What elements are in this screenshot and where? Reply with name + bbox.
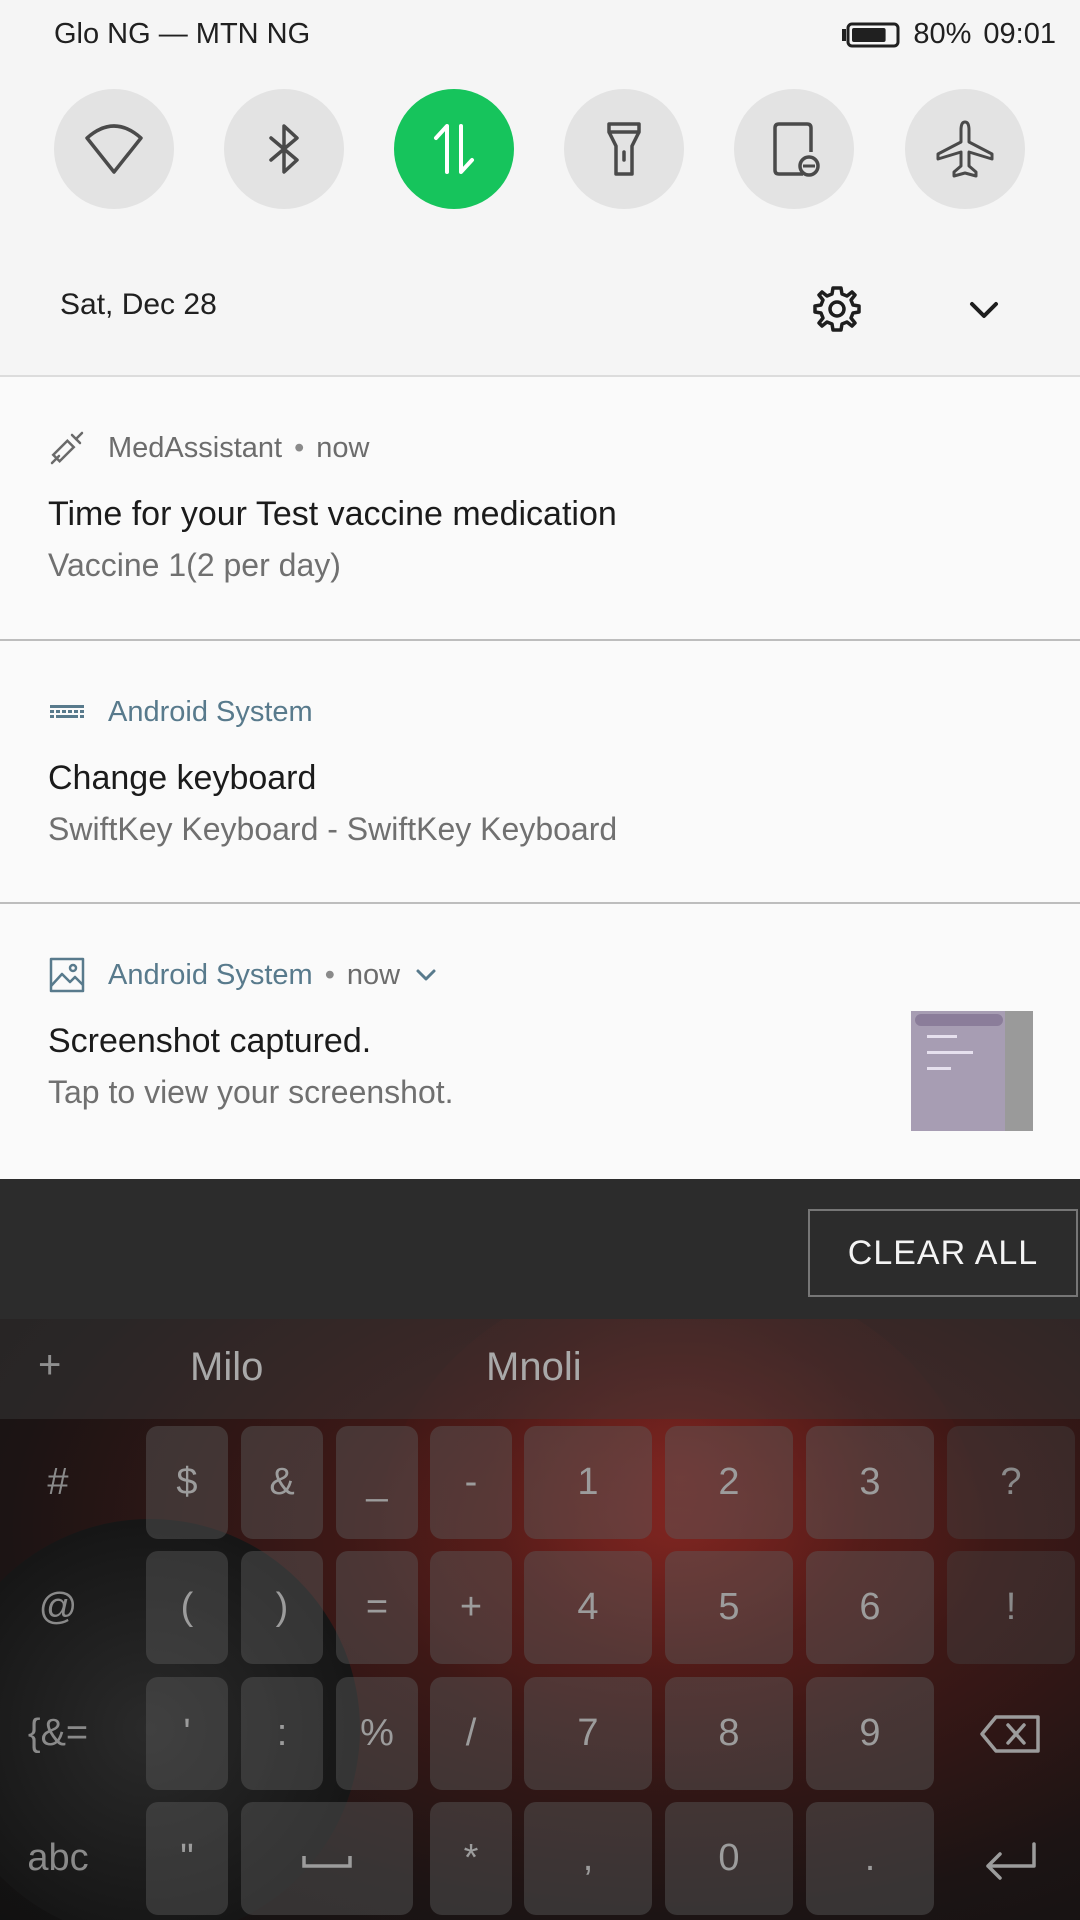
key-char[interactable]: % — [336, 1677, 418, 1790]
rotation-lock-tile[interactable] — [734, 89, 854, 209]
thumbnail-line — [927, 1035, 957, 1038]
key-char[interactable]: ( — [146, 1551, 228, 1664]
notification-title: Screenshot captured. — [48, 1022, 372, 1060]
keyboard-icon — [50, 705, 84, 718]
separator-dot: • — [324, 958, 335, 991]
key-char[interactable]: 1 — [524, 1426, 652, 1539]
battery-percent: 80% — [913, 18, 972, 50]
status-right: 80% 09:01 — [841, 18, 1056, 51]
abc-toggle-key[interactable]: abc — [6, 1802, 110, 1915]
key-char[interactable]: * — [430, 1802, 512, 1915]
key-char[interactable]: ? — [947, 1426, 1075, 1539]
notification-app-name: Android System — [108, 695, 313, 728]
key-char[interactable]: 4 — [524, 1551, 652, 1664]
screenshot-thumbnail[interactable] — [911, 1011, 1033, 1131]
notification-title: Time for your Test vaccine medication — [48, 495, 617, 533]
flashlight-icon — [607, 122, 641, 176]
syringe-icon — [50, 431, 84, 465]
key-char[interactable]: / — [430, 1677, 512, 1790]
notification-medassistant[interactable]: MedAssistant • now Time for your Test va… — [0, 377, 1080, 641]
toolbar-expand-button[interactable]: + — [38, 1343, 61, 1388]
thumbnail-side-panel — [1005, 1011, 1033, 1131]
carrier-label: Glo NG — MTN NG — [54, 18, 311, 50]
key-char[interactable]: 3 — [806, 1426, 934, 1539]
space-key[interactable] — [241, 1802, 413, 1915]
notification-header: MedAssistant • now — [48, 429, 369, 467]
key-char[interactable]: 7 — [524, 1677, 652, 1790]
rotation-lock-icon — [773, 122, 820, 177]
suggestion-2[interactable]: Mnoli — [486, 1345, 582, 1390]
airplane-mode-icon — [936, 120, 994, 178]
key-char[interactable]: ) — [241, 1551, 323, 1664]
date-label: Sat, Dec 28 — [60, 288, 217, 321]
notification-title: Change keyboard — [48, 759, 317, 797]
notification-time: now — [346, 958, 401, 991]
separator-dot: • — [294, 431, 305, 464]
key-char[interactable]: = — [336, 1551, 418, 1664]
key-char[interactable]: 6 — [806, 1551, 934, 1664]
image-icon — [49, 957, 85, 993]
quick-settings-panel: Glo NG — MTN NG 80% 09:01 Sat, Dec 28 — [0, 0, 1080, 377]
key-symbols-toggle[interactable]: @ — [6, 1551, 110, 1664]
key-char[interactable]: : — [241, 1677, 323, 1790]
key-char[interactable]: " — [146, 1802, 228, 1915]
clock: 09:01 — [983, 18, 1056, 50]
key-char[interactable]: $ — [146, 1426, 228, 1539]
key-char[interactable]: - — [430, 1426, 512, 1539]
mobile-data-tile[interactable] — [394, 89, 514, 209]
gear-icon[interactable] — [812, 284, 862, 334]
key-char[interactable]: 8 — [665, 1677, 793, 1790]
key-char[interactable]: ! — [947, 1551, 1075, 1664]
key-char[interactable]: + — [430, 1551, 512, 1664]
suggestion-1[interactable]: Milo — [190, 1345, 263, 1390]
airplane-mode-tile[interactable] — [905, 89, 1025, 209]
key-char[interactable]: & — [241, 1426, 323, 1539]
notification-text: SwiftKey Keyboard - SwiftKey Keyboard — [48, 811, 618, 847]
notification-header: Android System — [48, 693, 313, 731]
key-char[interactable]: _ — [336, 1426, 418, 1539]
thumbnail-selected-row — [915, 1014, 1003, 1026]
swiftkey-keyboard: + Milo Mnoli # $ & _ -1 2 3? @() = +4 5 6! {&= ':%/7 8… — [0, 1319, 1080, 1920]
wifi-tile[interactable] — [54, 89, 174, 209]
notification-time: now — [316, 431, 370, 464]
space-icon — [302, 1855, 352, 1868]
notification-screenshot[interactable]: Android System • now Screenshot captured… — [0, 904, 1080, 1179]
key-char[interactable]: 2 — [665, 1426, 793, 1539]
quick-settings-tiles — [0, 89, 1080, 209]
bluetooth-icon — [269, 124, 299, 174]
thumbnail-line — [927, 1051, 973, 1054]
mobile-data-icon — [434, 124, 474, 174]
key-symbols-toggle[interactable]: # — [6, 1426, 110, 1539]
notification-app-name: Android System — [108, 958, 313, 991]
thumbnail-line — [927, 1067, 951, 1070]
notification-text: Tap to view your screenshot. — [48, 1074, 454, 1110]
expand-chevron-icon[interactable] — [412, 961, 440, 989]
enter-icon — [986, 1841, 1036, 1880]
key-char[interactable]: , — [524, 1802, 652, 1915]
chevron-down-icon[interactable] — [964, 290, 1004, 330]
key-char[interactable]: 0 — [665, 1802, 793, 1915]
notification-header: Android System • now — [48, 956, 440, 994]
wifi-icon — [85, 124, 143, 174]
flashlight-tile[interactable] — [564, 89, 684, 209]
suggestion-bar: + Milo Mnoli — [0, 1319, 1080, 1419]
key-char[interactable]: ' — [146, 1677, 228, 1790]
bluetooth-tile[interactable] — [224, 89, 344, 209]
clear-all-button[interactable]: CLEAR ALL — [808, 1209, 1078, 1297]
key-char[interactable]: 9 — [806, 1677, 934, 1790]
enter-key[interactable] — [947, 1802, 1075, 1915]
key-char[interactable]: . — [806, 1802, 934, 1915]
backspace-icon — [980, 1714, 1040, 1753]
battery-icon — [842, 22, 900, 47]
notification-change-keyboard[interactable]: Android System Change keyboard SwiftKey … — [0, 641, 1080, 904]
notification-app-name: MedAssistant — [108, 431, 283, 464]
backspace-key[interactable] — [947, 1677, 1075, 1790]
notification-text: Vaccine 1(2 per day) — [48, 547, 341, 583]
key-symbols-toggle[interactable]: {&= — [6, 1677, 110, 1790]
key-char[interactable]: 5 — [665, 1551, 793, 1664]
